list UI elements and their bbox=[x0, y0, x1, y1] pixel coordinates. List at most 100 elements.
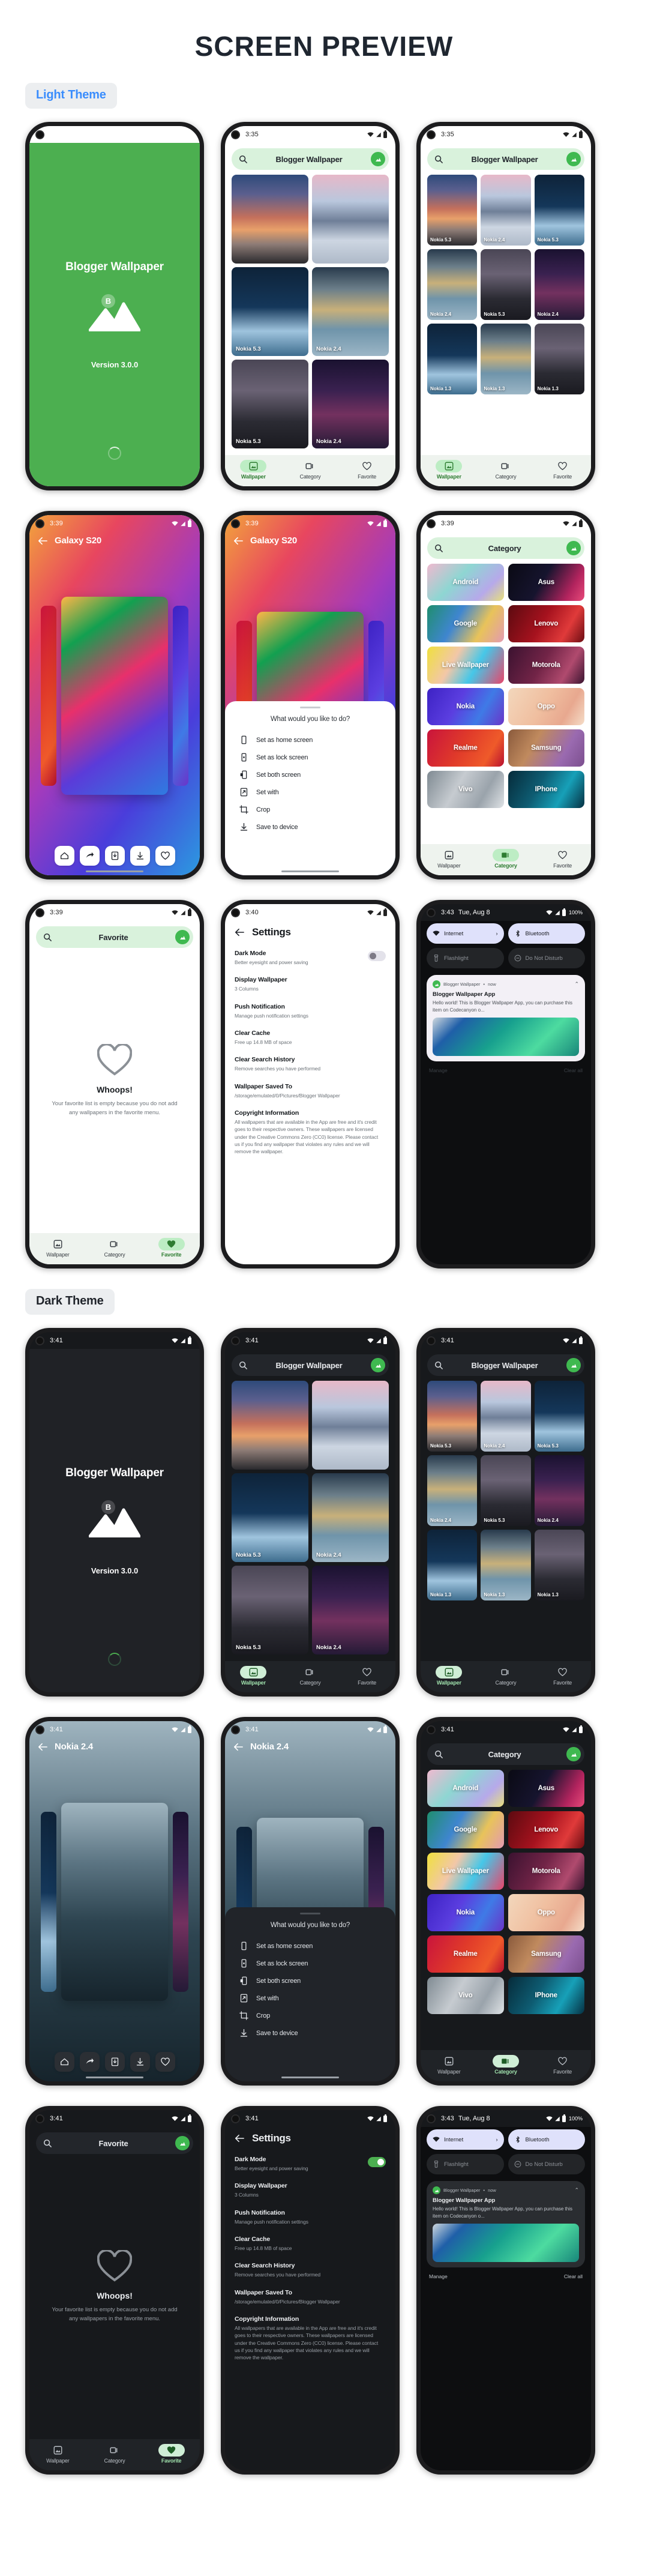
settings-row-push-notification[interactable]: Push Notification Manage push notificati… bbox=[235, 999, 386, 1025]
set-wallpaper-button[interactable] bbox=[104, 846, 125, 866]
settings-row-clear-cache[interactable]: Clear Cache Free up 14.8 MB of space bbox=[235, 2231, 386, 2258]
category-card[interactable]: Motorola bbox=[508, 647, 584, 684]
category-card[interactable]: Nokia bbox=[427, 1894, 504, 1931]
wallpaper-card[interactable]: Nokia 5.3 bbox=[481, 249, 531, 320]
wallpaper-card[interactable]: Nokia 2.4 bbox=[481, 175, 531, 246]
category-card[interactable]: Realme bbox=[427, 1935, 504, 1973]
share-button[interactable] bbox=[79, 846, 100, 866]
app-logo-icon[interactable] bbox=[566, 541, 581, 555]
search-icon[interactable] bbox=[434, 155, 443, 163]
download-button[interactable] bbox=[130, 846, 150, 866]
nav-item-wallpaper[interactable]: Wallpaper bbox=[427, 849, 471, 869]
category-card[interactable]: Vivo bbox=[427, 1977, 504, 2014]
settings-row-clear-cache[interactable]: Clear Cache Free up 14.8 MB of space bbox=[235, 1025, 386, 1052]
nav-item-wallpaper[interactable]: Wallpaper bbox=[35, 1238, 80, 1258]
manage-button[interactable]: Manage bbox=[429, 2273, 448, 2279]
settings-row-wallpaper-saved-to[interactable]: Wallpaper Saved To /storage/emulated/0/P… bbox=[235, 2285, 386, 2311]
wallpaper-card[interactable]: Nokia 1.3 bbox=[534, 1530, 584, 1600]
sheet-option-home[interactable]: Set as home screen bbox=[225, 731, 395, 749]
wallpaper-card[interactable]: Nokia 5.3 bbox=[534, 1381, 584, 1452]
search-bar[interactable]: Category bbox=[427, 537, 584, 559]
qs-tile-flashlight[interactable]: Flashlight bbox=[427, 948, 504, 968]
search-icon[interactable] bbox=[239, 155, 247, 163]
wallpaper-card[interactable]: Nokia 5.3 bbox=[427, 1381, 478, 1452]
chevron-right-icon[interactable]: › bbox=[496, 931, 498, 937]
nav-item-wallpaper[interactable]: Wallpaper bbox=[231, 1665, 275, 1686]
wallpaper-preview[interactable] bbox=[61, 597, 168, 795]
category-card[interactable]: Google bbox=[427, 605, 504, 642]
category-card[interactable]: Live Wallpaper bbox=[427, 647, 504, 684]
wallpaper-card[interactable]: Nokia 2.4 bbox=[312, 1473, 389, 1562]
search-icon[interactable] bbox=[43, 2139, 52, 2147]
app-logo-icon[interactable] bbox=[371, 152, 385, 166]
category-card[interactable]: IPhone bbox=[508, 771, 584, 808]
clear-all-button[interactable]: Clear all bbox=[564, 2273, 583, 2279]
nav-item-category[interactable]: Category bbox=[288, 460, 332, 480]
nav-item-favorite[interactable]: Favorite bbox=[149, 1237, 194, 1258]
category-card[interactable]: Oppo bbox=[508, 688, 584, 725]
search-bar[interactable]: Category bbox=[427, 1743, 584, 1765]
sheet-option-crop[interactable]: Crop bbox=[225, 801, 395, 818]
nav-item-favorite[interactable]: Favorite bbox=[541, 2055, 585, 2075]
wallpaper-card[interactable] bbox=[312, 175, 389, 264]
nav-item-category[interactable]: Category bbox=[288, 1666, 332, 1686]
nav-item-wallpaper[interactable]: Wallpaper bbox=[427, 459, 471, 480]
category-card[interactable]: Samsung bbox=[508, 729, 584, 767]
nav-item-wallpaper[interactable]: Wallpaper bbox=[427, 2055, 471, 2075]
wallpaper-card[interactable]: Nokia 5.3 bbox=[427, 175, 478, 246]
manage-button[interactable]: Manage bbox=[429, 1067, 448, 1073]
app-logo-icon[interactable] bbox=[175, 2136, 190, 2150]
wallpaper-card[interactable]: Nokia 5.3 bbox=[481, 1455, 531, 1526]
nav-item-category[interactable]: Category bbox=[484, 460, 528, 480]
settings-row-clear-search-history[interactable]: Clear Search History Remove searches you… bbox=[235, 1052, 386, 1078]
sheet-option-lock[interactable]: Set as lock screen bbox=[225, 1955, 395, 1972]
wallpaper-card[interactable]: Nokia 5.3 bbox=[232, 267, 308, 356]
arrow-left-icon[interactable] bbox=[235, 2134, 244, 2143]
nav-item-category[interactable]: Category bbox=[92, 1238, 137, 1258]
search-bar[interactable]: Blogger Wallpaper bbox=[232, 148, 389, 170]
category-card[interactable]: Nokia bbox=[427, 688, 504, 725]
qs-tile-bluetooth[interactable]: Bluetooth bbox=[508, 923, 585, 944]
carousel-next-preview[interactable] bbox=[173, 606, 188, 786]
category-card[interactable]: Lenovo bbox=[508, 605, 584, 642]
wallpaper-card[interactable]: Nokia 1.3 bbox=[427, 324, 478, 394]
search-icon[interactable] bbox=[434, 1361, 443, 1369]
wallpaper-card[interactable]: Nokia 5.3 bbox=[232, 360, 308, 448]
sheet-option-crop[interactable]: Crop bbox=[225, 2007, 395, 2024]
sheet-option-both[interactable]: Set both screen bbox=[225, 1972, 395, 1989]
arrow-left-icon[interactable] bbox=[235, 928, 244, 937]
nav-item-wallpaper[interactable]: Wallpaper bbox=[35, 2444, 80, 2464]
wallpaper-card[interactable]: Nokia 1.3 bbox=[481, 1530, 531, 1600]
wallpaper-card[interactable]: Nokia 2.4 bbox=[481, 1381, 531, 1452]
wallpaper-card[interactable]: Nokia 2.4 bbox=[312, 360, 389, 448]
sheet-option-home[interactable]: Set as home screen bbox=[225, 1937, 395, 1955]
wallpaper-card[interactable]: Nokia 5.3 bbox=[232, 1473, 308, 1562]
settings-row-push-notification[interactable]: Push Notification Manage push notificati… bbox=[235, 2205, 386, 2231]
nav-item-category[interactable]: Category bbox=[484, 2054, 528, 2075]
category-card[interactable]: Google bbox=[427, 1811, 504, 1848]
settings-row-dark-mode[interactable]: Dark Mode Better eyesight and power savi… bbox=[235, 2152, 386, 2178]
carousel-prev-preview[interactable] bbox=[41, 606, 56, 786]
detail-carousel[interactable] bbox=[29, 546, 200, 846]
nav-item-category[interactable]: Category bbox=[484, 1666, 528, 1686]
nav-item-category[interactable]: Category bbox=[92, 2444, 137, 2464]
category-card[interactable]: Motorola bbox=[508, 1853, 584, 1890]
wallpaper-card[interactable]: Nokia 1.3 bbox=[427, 1530, 478, 1600]
sheet-grabber[interactable] bbox=[300, 707, 320, 708]
qs-tile-dnd[interactable]: Do Not Disturb bbox=[508, 948, 585, 968]
category-card[interactable]: Vivo bbox=[427, 771, 504, 808]
category-card[interactable]: IPhone bbox=[508, 1977, 584, 2014]
wallpaper-card[interactable]: Nokia 2.4 bbox=[427, 249, 478, 320]
qs-tile-dnd[interactable]: Do Not Disturb bbox=[508, 2154, 585, 2174]
category-card[interactable]: Asus bbox=[508, 1770, 584, 1807]
wallpaper-card[interactable]: Nokia 1.3 bbox=[534, 324, 584, 394]
app-logo-icon[interactable] bbox=[566, 1747, 581, 1761]
search-bar[interactable]: Blogger Wallpaper bbox=[427, 148, 584, 170]
settings-row-dark-mode[interactable]: Dark Mode Better eyesight and power savi… bbox=[235, 946, 386, 972]
wallpaper-card[interactable] bbox=[232, 1381, 308, 1470]
favorite-button[interactable] bbox=[155, 2052, 175, 2072]
notification-card[interactable]: Blogger Wallpaper • now ⌃ Blogger Wallpa… bbox=[427, 2181, 585, 2268]
settings-row-clear-search-history[interactable]: Clear Search History Remove searches you… bbox=[235, 2258, 386, 2284]
search-bar[interactable]: Favorite bbox=[36, 2132, 193, 2154]
sheet-option-setwith[interactable]: Set with bbox=[225, 1989, 395, 2007]
